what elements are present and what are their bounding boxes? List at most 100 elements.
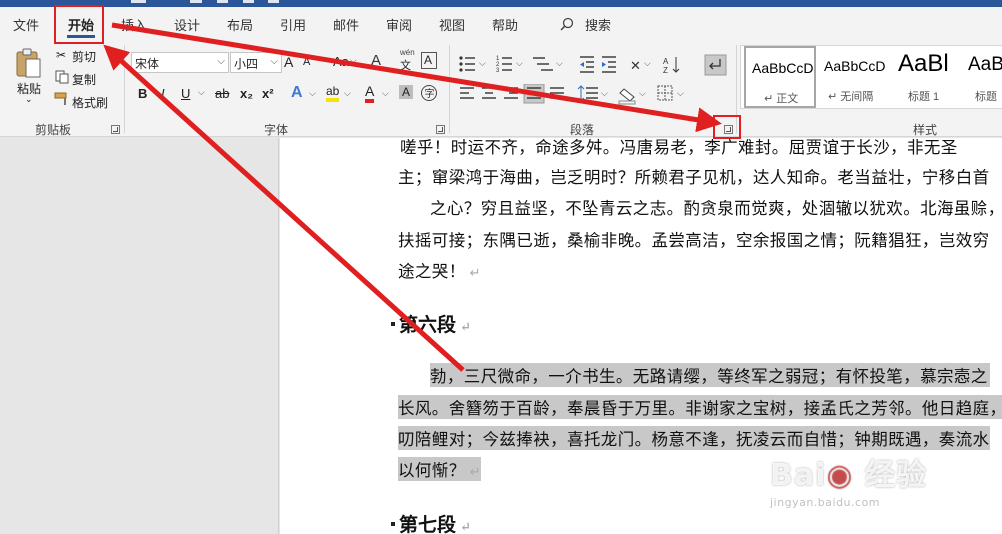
svg-text:⌵: ⌵	[644, 58, 651, 68]
ribbon: 粘贴 ⌄ ✂ 剪切 复制 格式刷 剪贴板 宋体 ⌵ 小四 ⌵ A A Aa ⌵ A …	[0, 39, 1002, 137]
style-name: 标题	[975, 91, 997, 103]
svg-text:⌵: ⌵	[556, 58, 563, 68]
char-shading-button[interactable]: A	[399, 85, 414, 99]
paste-dropdown-icon[interactable]: ⌄	[25, 94, 33, 105]
style-sample: AaBbCcD	[824, 58, 886, 74]
heading-bullet	[391, 522, 395, 526]
style-sample: AaBl	[898, 50, 949, 77]
tab-references[interactable]: 引用	[280, 15, 306, 34]
left-margin-area	[0, 138, 279, 534]
group-separator	[449, 45, 450, 133]
heading-paragraph-6: 第六段 ↵	[399, 314, 471, 336]
tab-review[interactable]: 审阅	[386, 15, 412, 34]
italic-button[interactable]: I	[161, 86, 165, 101]
copy-button[interactable]: 复制	[72, 71, 96, 88]
scissors-icon: ✂	[56, 48, 67, 62]
phonetic-guide-pinyin: wén	[400, 48, 415, 57]
chevron-down-icon[interactable]: ⌵	[198, 87, 205, 98]
phonetic-guide-icon[interactable]: 文	[400, 57, 411, 73]
ribbon-tabs: 文件 开始 插入 设计 布局 引用 邮件 审阅 视图 帮助 搜索	[0, 7, 1002, 39]
tab-insert[interactable]: 插入	[121, 15, 147, 34]
annotation-box-paragraph-launcher	[713, 115, 741, 139]
bold-button[interactable]: B	[138, 86, 147, 101]
svg-text:Z: Z	[663, 66, 668, 75]
group-separator	[124, 45, 125, 133]
annotation-box-home-tab	[54, 5, 104, 44]
underline-button[interactable]: U	[181, 86, 190, 101]
paragraph-row1-icons[interactable]: ⌵ 123 ⌵ ⌵ ✕ ⌵ AZ	[458, 54, 728, 76]
char-border-icon[interactable]: A	[421, 52, 437, 69]
text-line: 扶摇可接；东隅已逝，桑榆非晚。孟尝高洁，空余报国之情；阮籍猖狂，岂效穷	[398, 231, 990, 250]
selected-text-line: 长风。舍簪笏于百龄，奉晨昏于万里。非谢家之宝树，接孟氏之芳邻。他日趋庭，	[398, 395, 1002, 419]
paragraph-group-label: 段落	[570, 123, 595, 137]
chevron-down-icon[interactable]: ⌵	[344, 88, 351, 99]
subscript-button[interactable]: x₂	[240, 86, 253, 101]
font-size-combo[interactable]: 小四 ⌵	[230, 52, 282, 73]
style-title[interactable]: AaB 标题	[965, 46, 1002, 108]
style-heading-1[interactable]: AaBl 标题 1	[894, 46, 962, 108]
text-effects-button[interactable]: A	[291, 84, 303, 102]
style-name: ↵ 无间隔	[828, 91, 874, 103]
heading-paragraph-7: 第七段 ↵	[399, 514, 471, 534]
tab-help[interactable]: 帮助	[492, 15, 518, 34]
chevron-down-icon: ⌵	[270, 56, 278, 67]
svg-text:字: 字	[425, 87, 435, 100]
style-name: 标题 1	[908, 91, 940, 103]
clear-formatting-icon[interactable]: A	[371, 52, 381, 69]
style-name: ↵ 正文	[764, 93, 799, 105]
clipboard-launcher-icon[interactable]	[111, 125, 120, 134]
text-line: 主；窜梁鸿于海曲，岂乏明时？所赖君子见机，达人知命。老当益壮，宁移白首	[398, 168, 990, 187]
format-painter-icon	[54, 92, 67, 105]
baidu-watermark: Bai◉ 经验 jingyan.baidu.com	[770, 458, 928, 509]
strikethrough-button[interactable]: ab	[215, 86, 229, 101]
shrink-font-icon[interactable]: A	[303, 56, 310, 68]
svg-text:3: 3	[496, 68, 500, 74]
chevron-down-icon[interactable]: ⌵	[382, 88, 389, 99]
style-normal[interactable]: AaBbCcD ↵ 正文	[744, 46, 816, 108]
svg-text:⌵: ⌵	[516, 58, 523, 68]
style-no-spacing[interactable]: AaBbCcD ↵ 无间隔	[820, 46, 890, 108]
enclose-characters-icon[interactable]: 字	[420, 84, 438, 102]
highlight-color-button[interactable]: ab	[326, 84, 340, 102]
change-case-button[interactable]: Aa	[333, 54, 349, 69]
styles-group-label: 样式	[913, 123, 938, 137]
tab-view[interactable]: 视图	[439, 15, 465, 34]
font-name-value: 宋体	[135, 57, 160, 71]
svg-text:⌵: ⌵	[677, 88, 684, 98]
font-color-button[interactable]: A	[365, 83, 375, 103]
svg-text:⌵: ⌵	[601, 88, 608, 98]
text-line: 途之哭！ ↵	[398, 262, 481, 281]
tab-layout[interactable]: 布局	[227, 15, 253, 34]
grow-font-icon[interactable]: A	[284, 54, 293, 70]
tab-design[interactable]: 设计	[174, 15, 200, 34]
chevron-down-icon[interactable]: ⌵	[309, 88, 316, 99]
tab-search[interactable]: 搜索	[585, 15, 611, 34]
selected-text-line: 以何惭？ ↵	[398, 457, 481, 481]
chevron-down-icon[interactable]: ⌵	[350, 55, 357, 66]
clipboard-group-label: 剪贴板	[35, 123, 72, 137]
font-name-combo[interactable]: 宋体 ⌵	[131, 52, 229, 73]
font-size-value: 小四	[234, 57, 259, 71]
styles-gallery: AaBbCcD ↵ 正文 AaBbCcD ↵ 无间隔 AaBl 标题 1 AaB…	[740, 45, 1002, 109]
heading-bullet	[391, 322, 395, 326]
copy-icon	[55, 70, 69, 84]
selected-text-line: 叨陪鲤对；今兹捧袂，喜托龙门。杨意不逢，抚凌云而自惜；钟期既遇，奏流水	[398, 426, 990, 450]
svg-text:✕: ✕	[630, 58, 641, 73]
text-line: 嗟乎！时运不齐，命途多舛。冯唐易老，李广难封。屈贾谊于长沙，非无圣	[400, 138, 958, 157]
text-line: 之心？穷且益坚，不坠青云之志。酌贪泉而觉爽，处涸辙以犹欢。北海虽赊，	[430, 199, 1002, 218]
svg-text:A: A	[663, 57, 669, 66]
superscript-button[interactable]: x²	[262, 86, 274, 101]
search-icon[interactable]	[560, 17, 574, 31]
tab-mailings[interactable]: 邮件	[333, 15, 359, 34]
paragraph-row2-icons[interactable]: ⌵ ⌵ ⌵	[458, 84, 708, 106]
font-launcher-icon[interactable]	[436, 125, 445, 134]
style-sample: AaBbCcD	[752, 60, 814, 76]
style-sample: AaB	[968, 54, 1002, 75]
font-group-label: 字体	[264, 123, 289, 137]
chevron-down-icon: ⌵	[217, 56, 225, 67]
cut-button[interactable]: 剪切	[72, 48, 96, 65]
format-painter-button[interactable]: 格式刷	[72, 94, 108, 111]
svg-text:⌵: ⌵	[479, 58, 486, 68]
paste-icon[interactable]	[14, 46, 44, 80]
tab-file[interactable]: 文件	[13, 15, 39, 34]
